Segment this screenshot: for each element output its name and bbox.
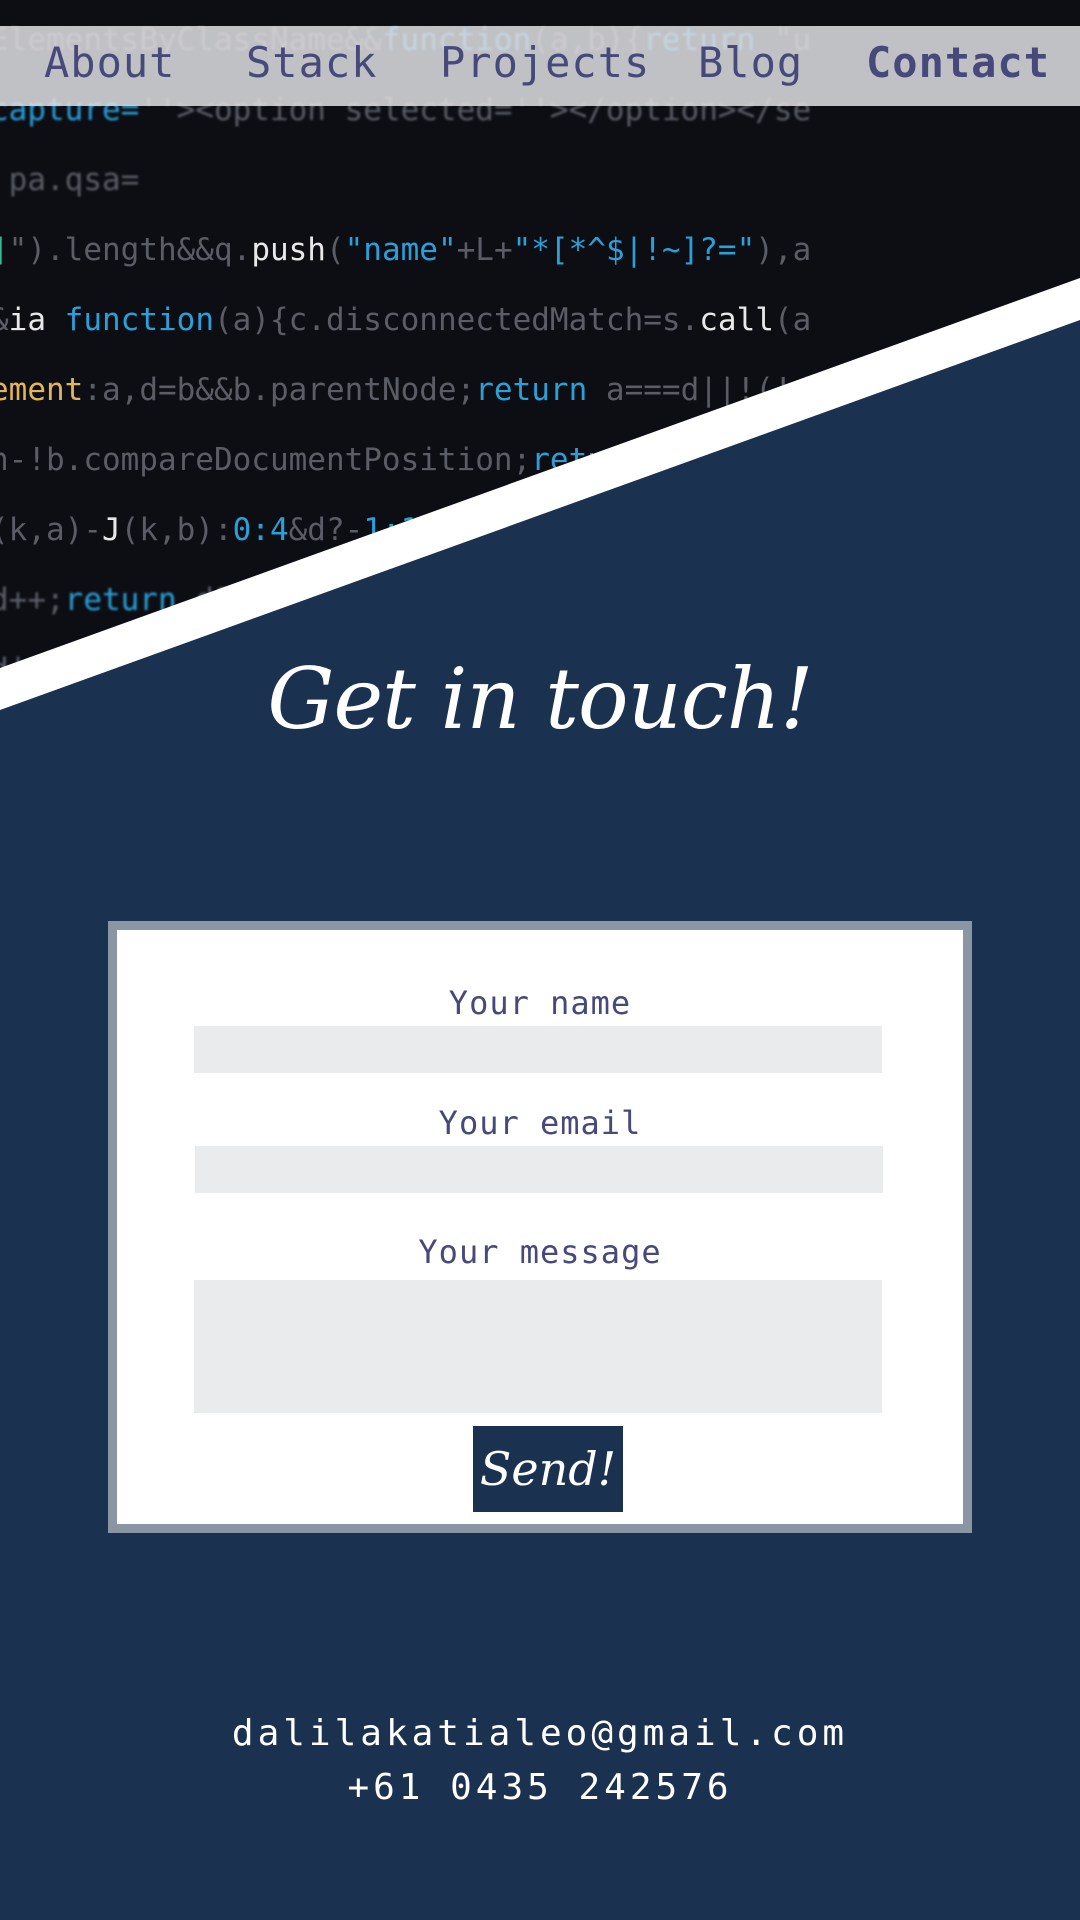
contact-form: Your name Your email Your message Send! bbox=[108, 921, 972, 1533]
top-navigation-bar: About Stack Projects Blog Contact bbox=[0, 26, 1080, 106]
page-title: Get in touch! bbox=[267, 650, 813, 748]
nav-link-contact[interactable]: Contact bbox=[866, 38, 1050, 87]
contact-email-text: dalilakatialeo@gmail.com bbox=[231, 1713, 849, 1754]
diagonal-section-divider bbox=[0, 278, 1080, 720]
message-textarea[interactable] bbox=[194, 1280, 882, 1413]
nav-link-about[interactable]: About bbox=[44, 38, 175, 87]
nav-link-blog[interactable]: Blog bbox=[698, 38, 803, 87]
name-field-label: Your name bbox=[448, 984, 632, 1022]
nav-link-projects[interactable]: Projects bbox=[440, 38, 650, 87]
email-field-label: Your email bbox=[438, 1104, 642, 1142]
name-input[interactable] bbox=[194, 1026, 882, 1073]
send-button[interactable]: Send! bbox=[473, 1426, 623, 1512]
contact-phone-text: +61 0435 242576 bbox=[347, 1767, 733, 1808]
nav-link-stack[interactable]: Stack bbox=[246, 38, 377, 87]
message-field-label: Your message bbox=[418, 1233, 662, 1271]
email-input[interactable] bbox=[195, 1146, 883, 1193]
